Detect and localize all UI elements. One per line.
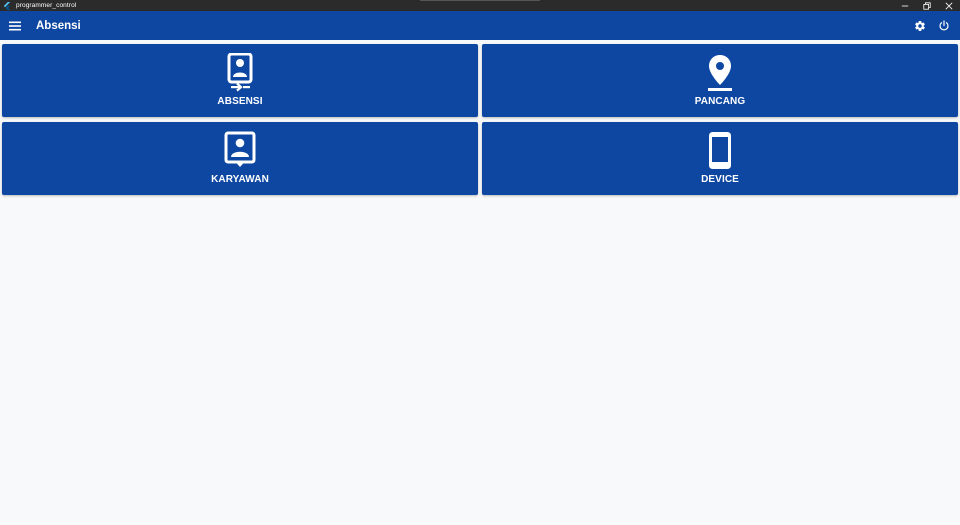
tile-label: ABSENSI	[217, 96, 263, 107]
flutter-icon	[3, 1, 11, 10]
menu-button[interactable]	[8, 19, 22, 33]
minimize-button[interactable]	[894, 0, 916, 11]
tile-label: PANCANG	[694, 96, 746, 107]
tile-absensi[interactable]: ABSENSI	[2, 44, 478, 117]
restore-button[interactable]	[916, 0, 938, 11]
location-pin-icon	[708, 55, 732, 91]
window-titlebar: programmer_control	[0, 0, 960, 11]
smartphone-icon	[709, 132, 731, 169]
titlebar-drag-handle	[420, 0, 540, 1]
tile-label: KARYAWAN	[211, 174, 269, 185]
power-button[interactable]	[937, 19, 951, 33]
tile-label: DEVICE	[701, 174, 739, 185]
restore-icon	[923, 1, 931, 10]
close-button[interactable]	[938, 0, 960, 11]
close-icon	[945, 2, 953, 9]
power-icon	[939, 19, 949, 30]
badge-login-icon	[227, 53, 253, 92]
page-title: Absensi	[36, 19, 81, 32]
tile-pancang[interactable]: PANCANG	[482, 44, 958, 117]
hamburger-menu-icon	[9, 21, 21, 30]
app-bar: Absensi	[0, 11, 960, 40]
gear-icon	[915, 20, 925, 31]
minimize-icon	[901, 5, 909, 6]
employee-portrait-icon	[224, 131, 256, 167]
settings-button[interactable]	[913, 19, 927, 33]
tile-karyawan[interactable]: KARYAWAN	[2, 122, 478, 195]
window-title: programmer_control	[16, 2, 77, 9]
tile-device[interactable]: DEVICE	[482, 122, 958, 195]
menu-grid: ABSENSI PANCANG KARYAWAN DEVICE	[2, 44, 958, 195]
